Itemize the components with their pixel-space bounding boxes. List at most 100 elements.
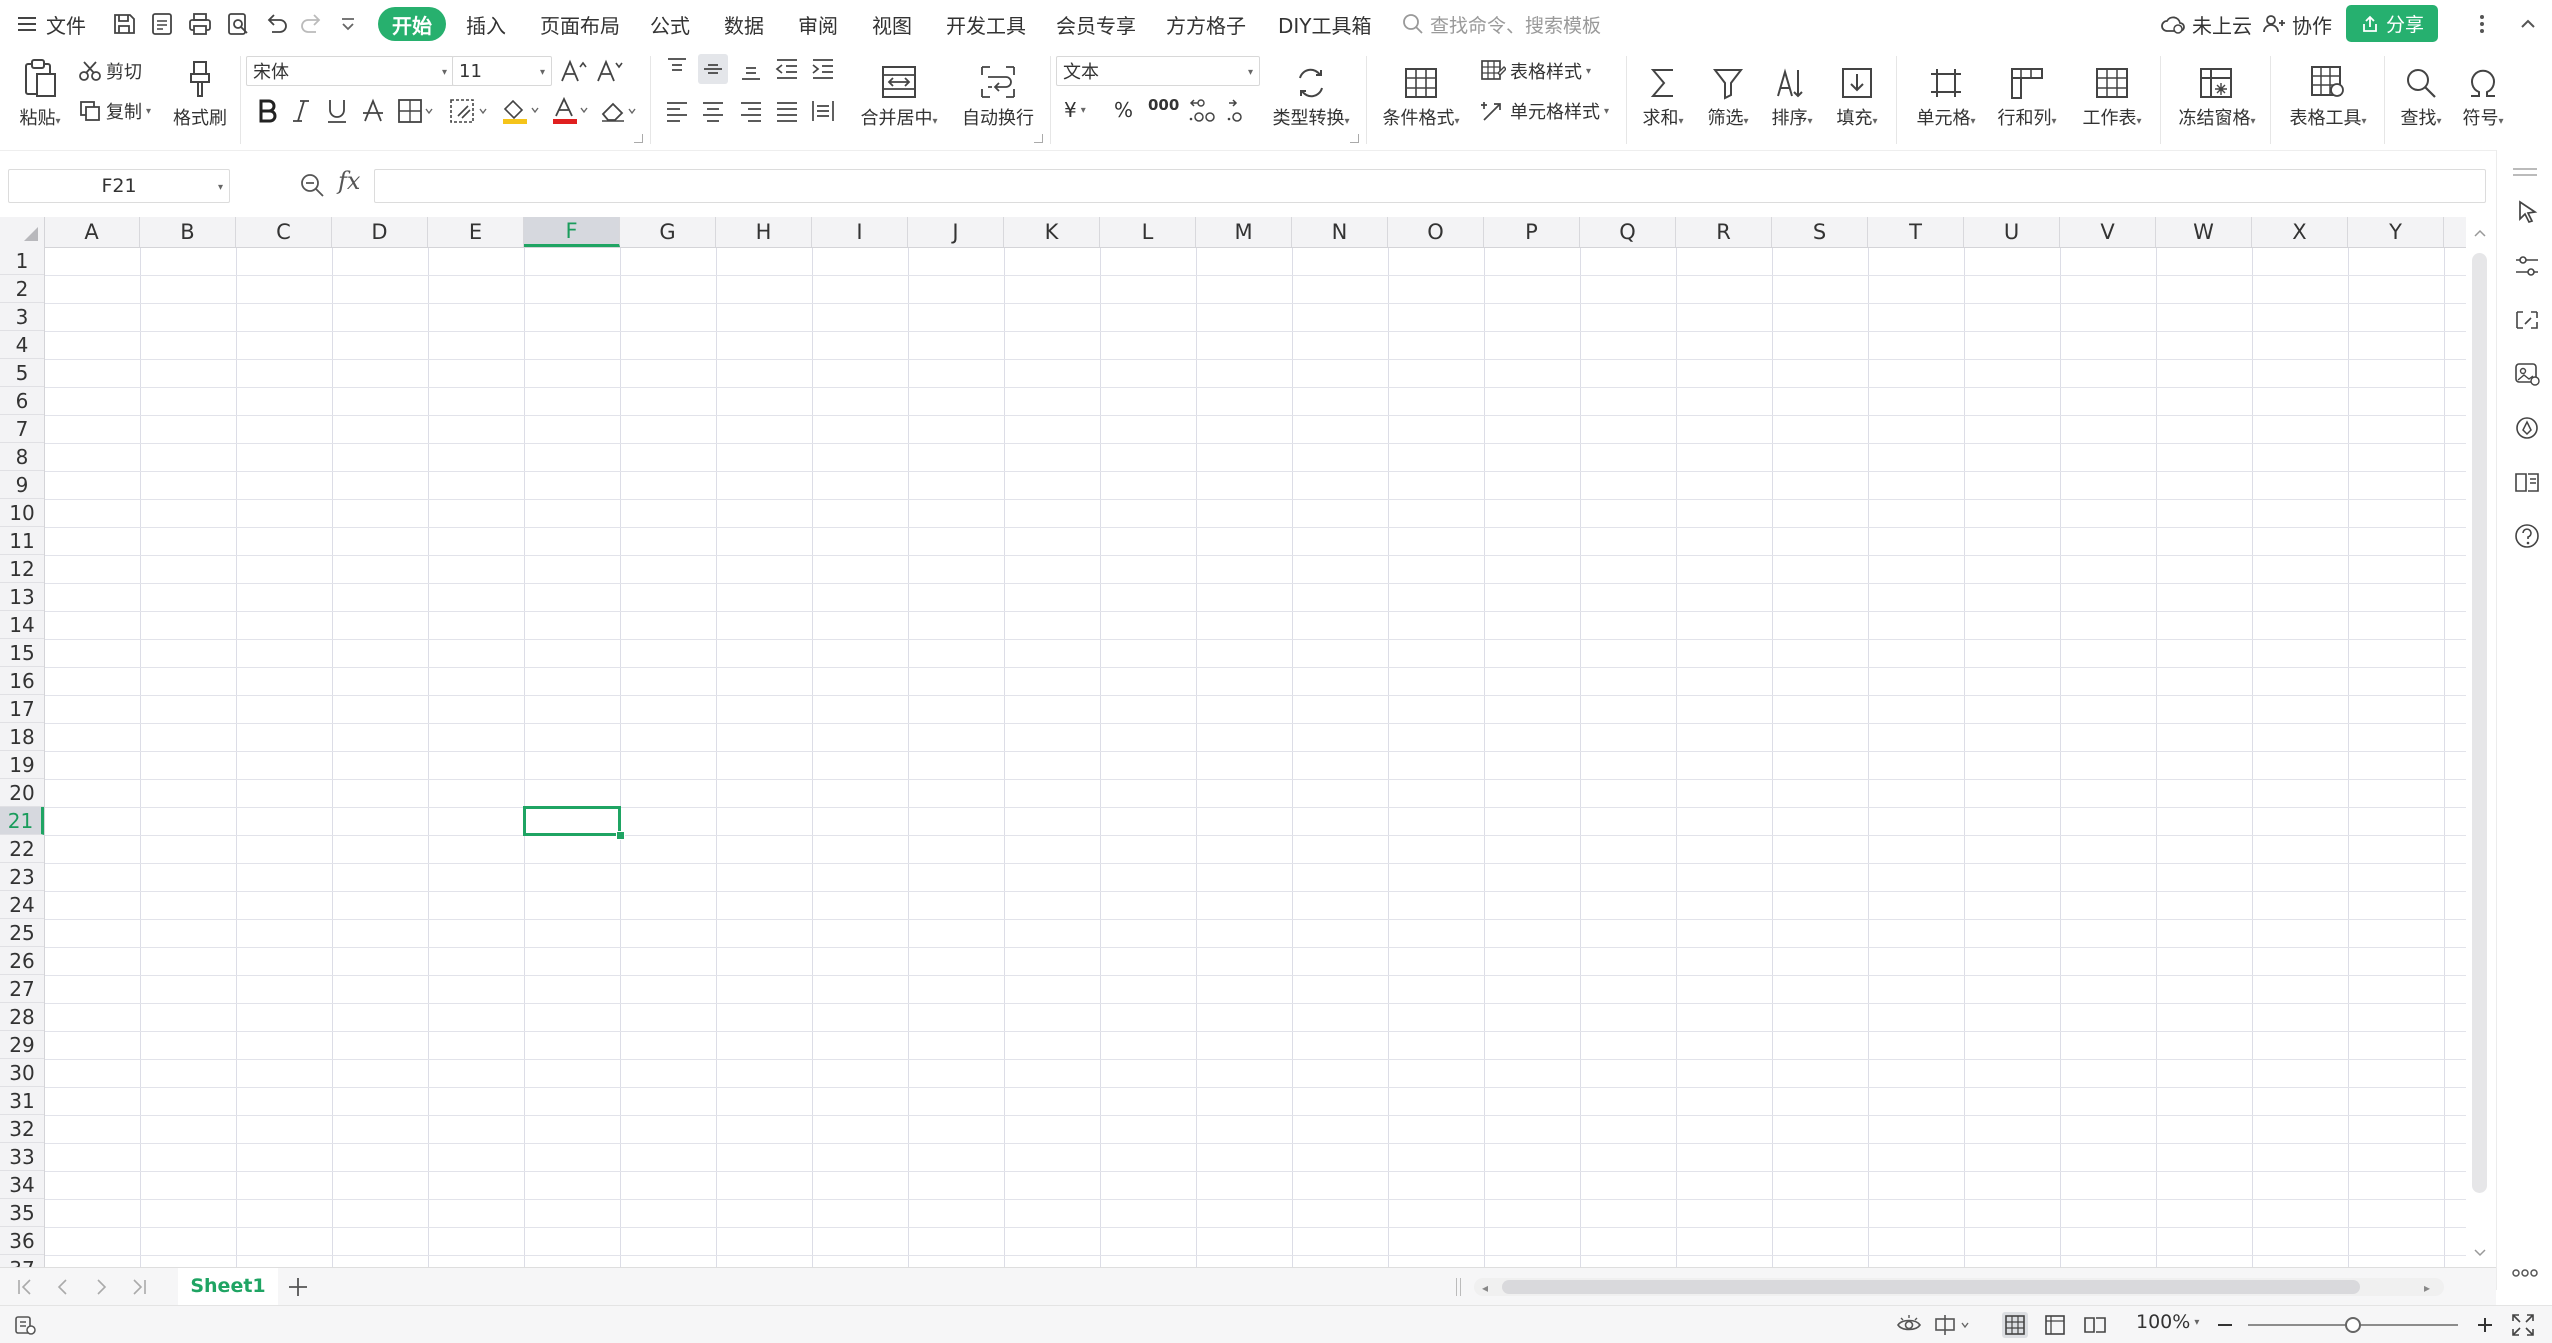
align-middle-button[interactable] [698,54,728,84]
alignment-dialog-launcher[interactable] [1034,134,1043,143]
row-header-21[interactable]: 21 [0,807,44,835]
decrease-indent-button[interactable] [772,54,802,84]
tab-2[interactable]: 页面布局 [540,0,620,48]
format-painter-button[interactable]: 格式刷 [168,54,232,130]
tab-5[interactable]: 审阅 [798,0,838,48]
underline-button[interactable] [322,96,352,126]
name-box[interactable]: F21 ▾ [8,169,230,203]
cell-style-button[interactable]: 单元格样式 ▾ [1480,98,1609,124]
column-header-N[interactable]: N [1292,217,1388,247]
scroll-left-arrow-icon[interactable]: ◂ [1482,1281,1488,1295]
table-tools-button[interactable]: 表格工具▾ [2282,54,2374,130]
macro-record-icon[interactable] [12,1312,38,1338]
row-header-22[interactable]: 22 [0,835,44,863]
horizontal-scrollbar[interactable]: ◂ ▸ [1474,1278,2444,1296]
adjust-sliders-icon[interactable] [2513,252,2541,280]
undo-icon[interactable] [262,10,290,38]
row-header-30[interactable]: 30 [0,1059,44,1087]
tab-10[interactable]: DIY工具箱 [1278,0,1372,48]
tab-3[interactable]: 公式 [650,0,690,48]
select-pointer-icon[interactable] [2513,198,2541,226]
wrap-text-button[interactable]: 自动换行 [960,54,1036,130]
export-pdf-icon[interactable] [148,10,176,38]
column-header-P[interactable]: P [1484,217,1580,247]
column-header-I[interactable]: I [812,217,908,247]
tab-6[interactable]: 视图 [872,0,912,48]
table-style-button[interactable]: 表格样式 ▾ [1480,58,1591,84]
column-header-F[interactable]: F [524,217,620,247]
column-header-C[interactable]: C [236,217,332,247]
row-header-29[interactable]: 29 [0,1031,44,1059]
redo-icon[interactable] [298,10,326,38]
cell-style-fill-button[interactable] [448,96,492,126]
decrease-decimal-button[interactable] [1226,96,1256,126]
row-header-36[interactable]: 36 [0,1227,44,1255]
save-icon[interactable] [110,10,138,38]
tab-split-handle[interactable] [1456,1278,1461,1296]
print-icon[interactable] [186,10,214,38]
row-header-1[interactable]: 1 [0,247,44,275]
customize-toolbar-icon[interactable] [334,10,362,38]
row-header-3[interactable]: 3 [0,303,44,331]
tab-9[interactable]: 方方格子 [1166,0,1246,48]
scroll-down-arrow-icon[interactable] [2473,1247,2487,1259]
number-dialog-launcher[interactable] [1350,134,1359,143]
sort-button[interactable]: 排序▾ [1764,54,1820,130]
row-header-34[interactable]: 34 [0,1171,44,1199]
percent-format-button[interactable]: % [1114,98,1133,122]
row-header-24[interactable]: 24 [0,891,44,919]
type-convert-button[interactable]: 类型转换▾ [1268,54,1354,130]
location-pin-icon[interactable] [2513,414,2541,442]
function-wizard-button[interactable]: fx [338,167,360,195]
gallery-icon[interactable] [2513,360,2541,388]
find-button[interactable]: 查找▾ [2394,54,2448,130]
row-header-35[interactable]: 35 [0,1199,44,1227]
increase-indent-button[interactable] [808,54,838,84]
reading-view-icon[interactable] [2082,1312,2108,1338]
eye-protection-icon[interactable] [1896,1312,1922,1338]
row-header-9[interactable]: 9 [0,471,44,499]
row-header-5[interactable]: 5 [0,359,44,387]
first-sheet-icon[interactable] [14,1276,36,1298]
input-method-icon[interactable] [1932,1312,1976,1338]
cloud-status-button[interactable]: 未上云 [2160,0,2252,48]
font-size-select[interactable]: 11 ▾ [452,56,552,86]
next-sheet-icon[interactable] [90,1276,112,1298]
cut-button[interactable]: 剪切 [78,58,142,84]
zoom-level-select[interactable]: 100% ▾ [2136,1311,2199,1333]
currency-format-button[interactable]: ¥ ▾ [1064,98,1086,122]
number-format-select[interactable]: 文本 ▾ [1056,56,1260,86]
decrease-font-button[interactable] [594,56,624,86]
cells-button[interactable]: 单元格▾ [1908,54,1984,130]
fill-handle[interactable] [616,831,625,840]
tab-4[interactable]: 数据 [724,0,764,48]
column-header-R[interactable]: R [1676,217,1772,247]
justify-button[interactable] [772,96,802,126]
rows-cols-button[interactable]: 行和列▾ [1992,54,2062,130]
column-header-M[interactable]: M [1196,217,1292,247]
row-header-17[interactable]: 17 [0,695,44,723]
row-header-23[interactable]: 23 [0,863,44,891]
row-header-4[interactable]: 4 [0,331,44,359]
zoom-search-icon[interactable] [298,171,326,199]
freeze-panes-button[interactable]: 冻结窗格▾ [2172,54,2262,130]
column-header-V[interactable]: V [2060,217,2156,247]
worksheet-button[interactable]: 工作表▾ [2074,54,2150,130]
row-header-7[interactable]: 7 [0,415,44,443]
font-color-button[interactable] [550,96,592,126]
increase-decimal-button[interactable] [1188,96,1218,126]
row-header-31[interactable]: 31 [0,1087,44,1115]
column-header-J[interactable]: J [908,217,1004,247]
active-cell[interactable] [523,806,621,836]
collaborate-button[interactable]: 协作 [2262,0,2332,48]
column-header-W[interactable]: W [2156,217,2252,247]
fill-button[interactable]: 填充▾ [1828,54,1886,130]
row-header-25[interactable]: 25 [0,919,44,947]
column-header-O[interactable]: O [1388,217,1484,247]
row-header-13[interactable]: 13 [0,583,44,611]
tab-8[interactable]: 会员专享 [1056,0,1136,48]
font-name-select[interactable]: 宋体 ▾ [246,56,454,86]
distributed-align-button[interactable] [808,96,838,126]
column-header-U[interactable]: U [1964,217,2060,247]
align-bottom-button[interactable] [736,54,766,84]
